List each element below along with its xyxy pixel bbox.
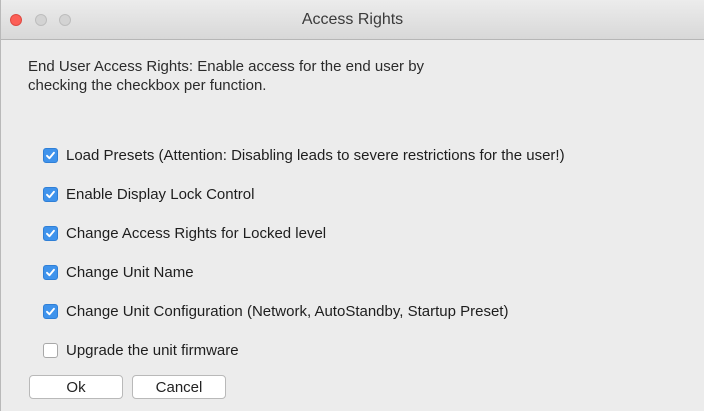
ok-button[interactable]: Ok	[29, 375, 123, 399]
option-label[interactable]: Change Access Rights for Locked level	[66, 225, 326, 242]
window-title: Access Rights	[301, 11, 404, 28]
checkmark-icon	[46, 307, 55, 315]
checkmark-icon	[46, 229, 55, 237]
load-presets-checkbox[interactable]	[43, 147, 58, 163]
checkmark-icon	[46, 151, 55, 159]
display-lock-checkbox[interactable]	[43, 186, 58, 202]
option-upgrade-firmware[interactable]: Upgrade the unit firmware	[43, 340, 239, 360]
option-change-unit-configuration[interactable]: Change Unit Configuration (Network, Auto…	[43, 301, 508, 321]
cancel-button[interactable]: Cancel	[132, 375, 226, 399]
option-change-access-rights[interactable]: Change Access Rights for Locked level	[43, 223, 326, 243]
option-change-unit-name[interactable]: Change Unit Name	[43, 262, 194, 282]
unit-configuration-checkbox[interactable]	[43, 303, 58, 319]
unit-name-checkbox[interactable]	[43, 264, 58, 280]
description-text: End User Access Rights: Enable access fo…	[28, 58, 425, 94]
access-rights-dialog: Access Rights End User Access Rights: En…	[0, 0, 704, 411]
option-label[interactable]: Upgrade the unit firmware	[66, 342, 239, 359]
option-label[interactable]: Load Presets (Attention: Disabling leads…	[66, 147, 565, 164]
checkmark-icon	[46, 190, 55, 198]
option-label[interactable]: Change Unit Name	[66, 264, 194, 281]
access-rights-checkbox[interactable]	[43, 225, 58, 241]
title-bar[interactable]: Access Rights	[1, 0, 704, 40]
option-load-presets[interactable]: Load Presets (Attention: Disabling leads…	[43, 145, 565, 165]
option-label[interactable]: Enable Display Lock Control	[66, 186, 254, 203]
option-enable-display-lock[interactable]: Enable Display Lock Control	[43, 184, 254, 204]
checkmark-icon	[46, 268, 55, 276]
option-label[interactable]: Change Unit Configuration (Network, Auto…	[66, 303, 508, 320]
upgrade-firmware-checkbox[interactable]	[43, 342, 58, 358]
